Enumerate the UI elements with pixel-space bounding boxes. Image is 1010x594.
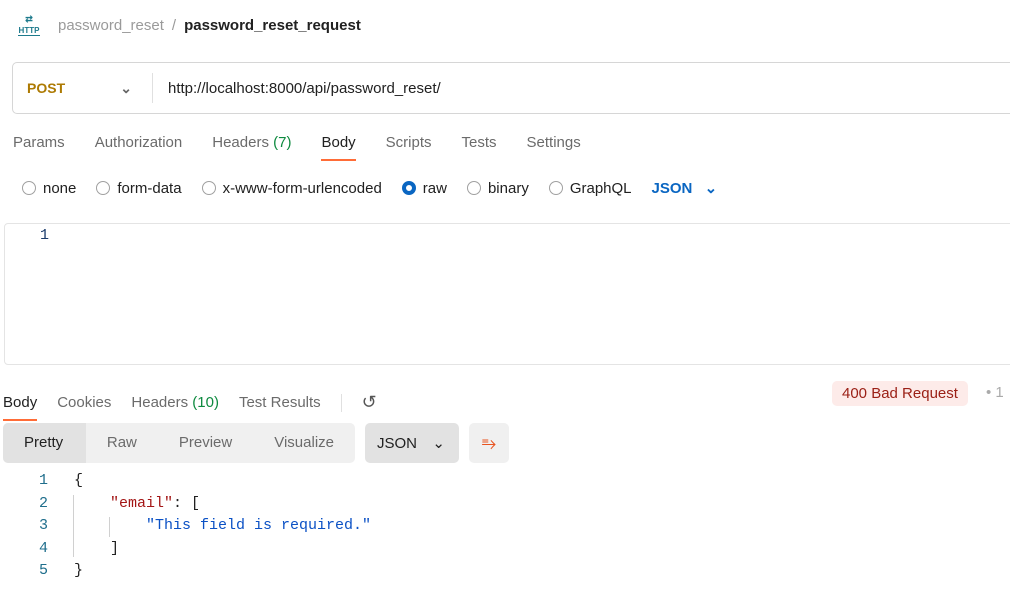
tab-settings[interactable]: Settings bbox=[527, 134, 581, 161]
request-name[interactable]: password_reset_request bbox=[184, 17, 361, 34]
chevron-down-icon: ⌄ bbox=[432, 435, 445, 452]
tab-tests[interactable]: Tests bbox=[462, 134, 497, 161]
radio-form-data[interactable]: form-data bbox=[96, 180, 182, 197]
tab-headers-label: Headers bbox=[212, 134, 269, 151]
radio-none[interactable]: none bbox=[22, 180, 76, 197]
response-meta: • 1 bbox=[986, 384, 1004, 401]
response-tab-body[interactable]: Body bbox=[3, 394, 38, 421]
view-mode-tabs: Pretty Raw Preview Visualize bbox=[3, 423, 355, 463]
method-select[interactable]: POST ⌄ bbox=[13, 73, 153, 103]
wrap-lines-icon[interactable]: ⥱ bbox=[469, 423, 509, 463]
radio-binary[interactable]: binary bbox=[466, 180, 529, 197]
radio-raw[interactable]: raw bbox=[401, 180, 447, 197]
line-number: 1 bbox=[40, 227, 50, 244]
request-body-editor[interactable]: 1 bbox=[4, 223, 1010, 365]
code-line: 5} bbox=[38, 562, 84, 579]
url-input[interactable]: http://localhost:8000/api/password_reset… bbox=[153, 80, 441, 97]
headers-count: (7) bbox=[273, 134, 292, 151]
response-body: 1{ 2 "email": [ 3 "This field is require… bbox=[0, 470, 371, 583]
tab-body[interactable]: Body bbox=[321, 134, 356, 161]
body-format-select[interactable]: JSON ⌄ bbox=[652, 179, 718, 197]
response-tab-cookies[interactable]: Cookies bbox=[57, 394, 111, 411]
radio-graphql[interactable]: GraphQL bbox=[548, 180, 632, 197]
tab-params[interactable]: Params bbox=[13, 134, 65, 161]
breadcrumb-separator: / bbox=[171, 16, 177, 34]
http-request-icon: ⇄ HTTP bbox=[18, 14, 40, 36]
response-tab-headers[interactable]: Headers (10) bbox=[131, 394, 219, 411]
code-line: 1{ bbox=[38, 472, 84, 489]
code-line: 3 "This field is required." bbox=[38, 517, 372, 534]
view-pretty[interactable]: Pretty bbox=[3, 423, 86, 463]
body-type-radios: none form-data x-www-form-urlencoded raw… bbox=[22, 179, 717, 197]
request-tabs: Params Authorization Headers (7) Body Sc… bbox=[13, 134, 581, 161]
chevron-down-icon: ⌄ bbox=[120, 79, 132, 96]
response-tabs: Body Cookies Headers (10) Test Results ↺ bbox=[3, 384, 377, 421]
tab-scripts[interactable]: Scripts bbox=[386, 134, 432, 161]
code-line: 2 "email": [ bbox=[38, 494, 201, 512]
code-line: 4 ] bbox=[38, 539, 120, 557]
tab-authorization[interactable]: Authorization bbox=[95, 134, 183, 161]
view-visualize[interactable]: Visualize bbox=[253, 423, 355, 463]
history-icon[interactable]: ↺ bbox=[362, 392, 377, 413]
breadcrumb-collection[interactable]: password_reset bbox=[58, 17, 164, 34]
chevron-down-icon: ⌄ bbox=[704, 180, 718, 197]
url-bar: POST ⌄ http://localhost:8000/api/password… bbox=[12, 62, 1010, 114]
divider bbox=[340, 393, 342, 412]
breadcrumb: ⇄ HTTP password_reset / password_reset_re… bbox=[18, 14, 361, 36]
response-format-select[interactable]: JSON ⌄ bbox=[365, 423, 459, 463]
status-badge: 400 Bad Request bbox=[832, 381, 968, 406]
response-tab-test-results[interactable]: Test Results bbox=[239, 394, 321, 411]
radio-urlencoded[interactable]: x-www-form-urlencoded bbox=[201, 180, 382, 197]
view-preview[interactable]: Preview bbox=[158, 423, 253, 463]
method-label: POST bbox=[27, 80, 66, 96]
tab-headers[interactable]: Headers (7) bbox=[212, 134, 291, 161]
view-raw[interactable]: Raw bbox=[86, 423, 158, 463]
